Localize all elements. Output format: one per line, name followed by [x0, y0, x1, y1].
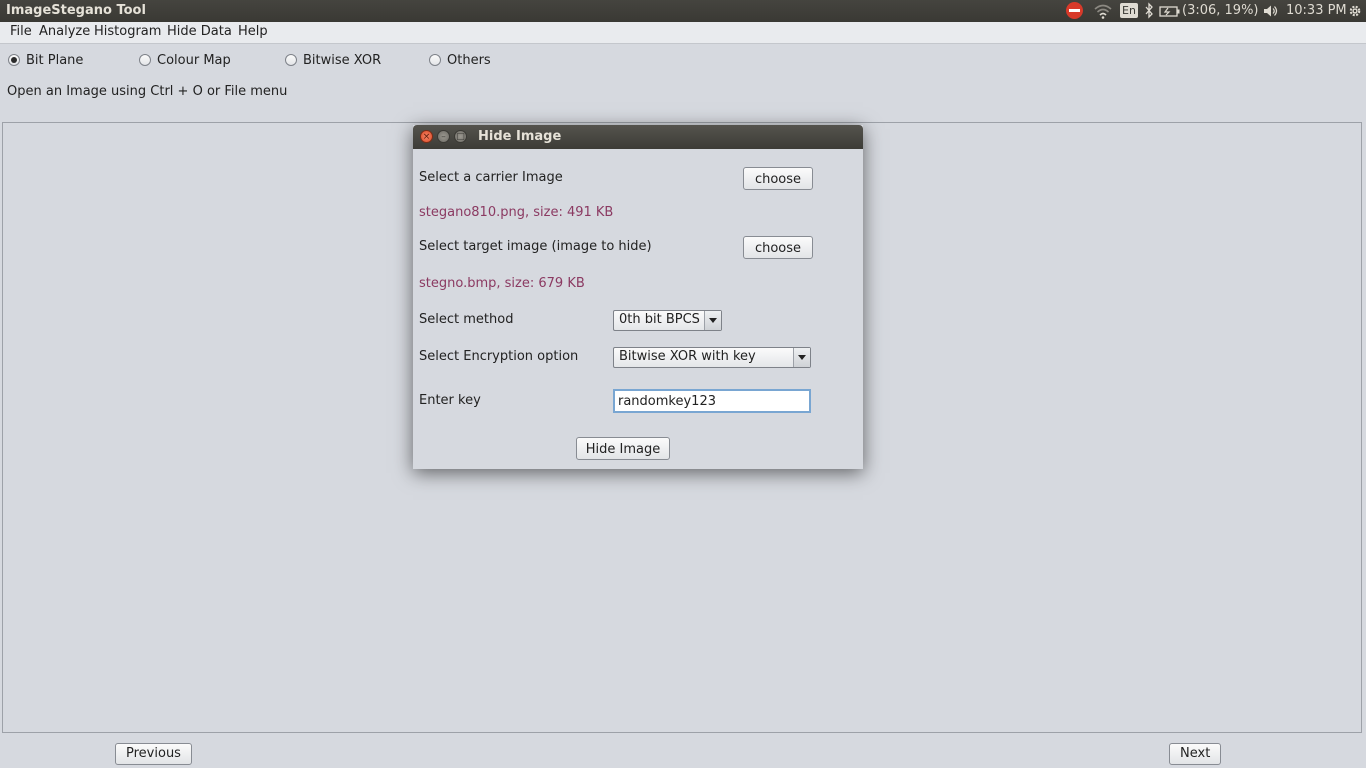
hide-image-button[interactable]: Hide Image	[576, 437, 670, 460]
dialog-titlebar[interactable]: × – □ Hide Image	[413, 125, 863, 149]
radio-others[interactable]: Others	[429, 51, 491, 69]
radio-indicator[interactable]	[429, 54, 441, 66]
radio-indicator[interactable]	[285, 54, 297, 66]
wifi-icon[interactable]	[1094, 0, 1112, 22]
radio-bit-plane[interactable]: Bit Plane	[8, 51, 83, 69]
menu-histogram[interactable]: Histogram	[94, 24, 161, 39]
menu-analyze[interactable]: Analyze	[39, 24, 90, 39]
gear-icon[interactable]	[1347, 0, 1363, 22]
bluetooth-icon[interactable]	[1144, 0, 1154, 22]
menu-file[interactable]: File	[10, 24, 32, 39]
radio-bitwise-xor[interactable]: Bitwise XOR	[285, 51, 381, 69]
target-label: Select target image (image to hide)	[419, 239, 652, 254]
clock[interactable]: 10:33 PM	[1286, 0, 1347, 22]
minimize-icon[interactable]: –	[437, 130, 450, 143]
app-title: ImageStegano Tool	[6, 3, 146, 18]
radio-label: Bit Plane	[26, 52, 84, 68]
radio-checked-indicator[interactable]	[8, 54, 20, 66]
choose-carrier-button[interactable]: choose	[743, 167, 813, 190]
chevron-down-icon[interactable]	[704, 311, 721, 330]
close-icon[interactable]: ×	[420, 130, 433, 143]
hide-image-dialog: × – □ Hide Image Select a carrier Image …	[413, 125, 863, 469]
radio-colour-map[interactable]: Colour Map	[139, 51, 231, 69]
method-select-value: 0th bit BPCS	[619, 312, 700, 327]
maximize-icon[interactable]: □	[454, 130, 467, 143]
encryption-label: Select Encryption option	[419, 349, 579, 364]
volume-icon[interactable]	[1262, 0, 1280, 22]
no-entry-icon[interactable]	[1066, 2, 1083, 19]
encryption-select-value: Bitwise XOR with key	[619, 349, 756, 364]
battery-status: (3:06, 19%)	[1182, 3, 1259, 18]
dialog-title: Hide Image	[478, 129, 562, 144]
key-input[interactable]	[613, 389, 811, 413]
radio-label: Bitwise XOR	[303, 52, 382, 68]
menu-hide-data[interactable]: Hide Data	[167, 24, 232, 39]
battery-icon[interactable]	[1159, 0, 1181, 22]
choose-target-button[interactable]: choose	[743, 236, 813, 259]
top-panel: ImageStegano Tool En (3:06, 19%) 10:33 P…	[0, 0, 1366, 22]
key-label: Enter key	[419, 393, 481, 408]
menu-bar: File Analyze Histogram Hide Data Help	[0, 22, 1366, 44]
chevron-down-icon[interactable]	[793, 348, 810, 367]
radio-label: Colour Map	[157, 52, 231, 68]
system-tray: En (3:06, 19%) 10:33 PM	[1046, 0, 1366, 22]
encryption-select[interactable]: Bitwise XOR with key	[613, 347, 811, 368]
carrier-label: Select a carrier Image	[419, 170, 563, 185]
method-select[interactable]: 0th bit BPCS	[613, 310, 722, 331]
target-file-info: stegno.bmp, size: 679 KB	[419, 276, 585, 291]
carrier-file-info: stegano810.png, size: 491 KB	[419, 205, 614, 220]
method-label: Select method	[419, 312, 514, 327]
radio-indicator[interactable]	[139, 54, 151, 66]
keyboard-layout-icon[interactable]: En	[1120, 3, 1138, 18]
next-button[interactable]: Next	[1169, 743, 1221, 765]
menu-help[interactable]: Help	[238, 24, 268, 39]
radio-label: Others	[447, 52, 491, 68]
instruction-text: Open an Image using Ctrl + O or File men…	[7, 84, 288, 99]
previous-button[interactable]: Previous	[115, 743, 192, 765]
